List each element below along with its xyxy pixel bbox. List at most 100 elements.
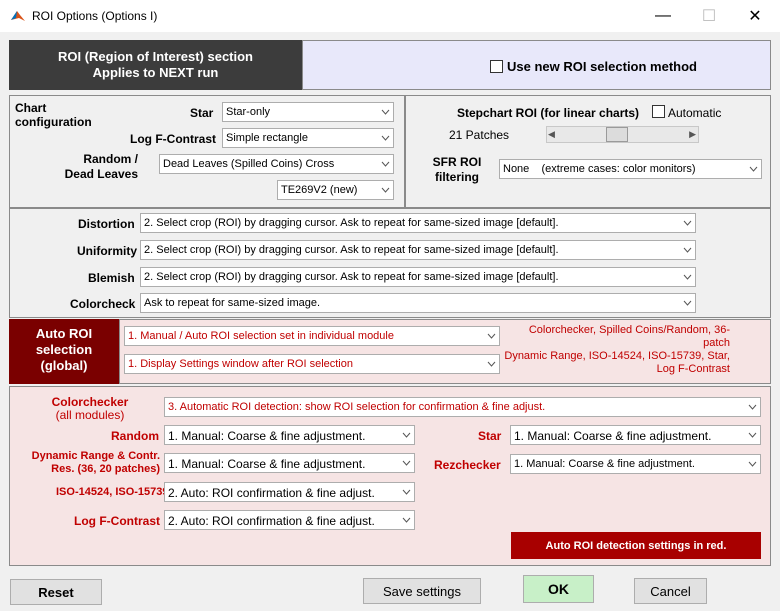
logf-module-value: 2. Auto: ROI confirmation & fine adjust. xyxy=(168,514,375,528)
blemish-select[interactable]: 2. Select crop (ROI) by dragging cursor.… xyxy=(140,267,696,287)
colorchecker-module-value: 3. Automatic ROI detection: show ROI sel… xyxy=(168,401,546,413)
auto-roi-note-line1: Colorchecker, Spilled Coins/Random, 36-p… xyxy=(528,324,730,349)
auto-roi-mode-select[interactable]: 1. Manual / Auto ROI selection set in in… xyxy=(124,326,500,346)
maximize-button[interactable]: ☐ xyxy=(686,0,732,32)
te-select[interactable]: TE269V2 (new) xyxy=(277,180,394,200)
auto-roi-label-line3: (global) xyxy=(40,358,88,373)
colorchecker-module-select[interactable]: 3. Automatic ROI detection: show ROI sel… xyxy=(164,397,761,417)
automatic-label: Automatic xyxy=(668,106,722,120)
sfr-select-value: None (extreme cases: color monitors) xyxy=(503,163,696,175)
roi-section-header: ROI (Region of Interest) section Applies… xyxy=(9,40,302,90)
cancel-button[interactable]: Cancel xyxy=(634,578,707,604)
chevron-down-icon xyxy=(398,426,414,444)
chevron-down-icon xyxy=(679,268,695,286)
matlab-icon xyxy=(10,8,26,24)
logf-select-value: Simple rectangle xyxy=(226,132,308,144)
random-module-value: 1. Manual: Coarse & fine adjustment. xyxy=(168,429,366,443)
minimize-button[interactable]: — xyxy=(640,0,686,32)
automatic-checkbox[interactable] xyxy=(652,105,665,118)
chevron-down-icon xyxy=(679,214,695,232)
iso-module-select[interactable]: 2. Auto: ROI confirmation & fine adjust. xyxy=(164,482,415,502)
te-select-value: TE269V2 (new) xyxy=(281,184,358,196)
close-button[interactable]: ✕ xyxy=(732,0,778,32)
sfr-label-line2: filtering xyxy=(435,170,479,184)
rezchecker-module-label: Rezchecker xyxy=(434,458,501,472)
header-line1: ROI (Region of Interest) section xyxy=(57,49,253,64)
logf-label: Log F-Contrast xyxy=(130,132,216,146)
slider-thumb[interactable] xyxy=(606,127,628,142)
minimize-icon: — xyxy=(655,7,671,24)
chevron-down-icon xyxy=(679,241,695,259)
chevron-down-icon xyxy=(744,455,760,473)
auto-roi-label: Auto ROI selection (global) xyxy=(9,319,119,384)
random-dl-select-value: Dead Leaves (Spilled Coins) Cross xyxy=(163,158,335,170)
logf-module-select[interactable]: 2. Auto: ROI confirmation & fine adjust. xyxy=(164,510,415,530)
colorchecker-module-label: Colorchecker (all modules) xyxy=(30,396,150,422)
auto-roi-label-line2: selection xyxy=(35,342,93,357)
header-line2: Applies to NEXT run xyxy=(92,65,219,80)
chevron-down-icon xyxy=(398,511,414,529)
random-dl-label-line2: Dead Leaves xyxy=(64,167,138,181)
sfr-select[interactable]: None (extreme cases: color monitors) xyxy=(499,159,762,179)
ok-button[interactable]: OK xyxy=(523,575,594,603)
star-select-value: Star-only xyxy=(226,106,271,118)
arrow-right-icon[interactable]: ▶ xyxy=(689,129,696,140)
chevron-down-icon xyxy=(377,155,393,173)
dr-module-value: 1. Manual: Coarse & fine adjustment. xyxy=(168,457,366,471)
iso-module-label: ISO-14524, ISO-15739 xyxy=(56,486,169,498)
auto-roi-label-line1: Auto ROI xyxy=(35,326,93,341)
reset-button[interactable]: Reset xyxy=(10,579,102,605)
blemish-select-value: 2. Select crop (ROI) by dragging cursor.… xyxy=(144,271,559,283)
chevron-down-icon xyxy=(377,129,393,147)
rezchecker-module-select[interactable]: 1. Manual: Coarse & fine adjustment. xyxy=(510,454,761,474)
random-dl-label-line1: Random / xyxy=(83,152,138,166)
chevron-down-icon xyxy=(398,454,414,472)
chart-config-title-line2: configuration xyxy=(15,115,92,129)
red-settings-note: Auto ROI detection settings in red. xyxy=(511,532,761,559)
random-dl-select[interactable]: Dead Leaves (Spilled Coins) Cross xyxy=(159,154,394,174)
chevron-down-icon xyxy=(483,327,499,345)
chevron-down-icon xyxy=(744,398,760,416)
random-dl-label: Random / Dead Leaves xyxy=(48,152,138,182)
arrow-left-icon[interactable]: ◀ xyxy=(548,129,555,140)
random-module-select[interactable]: 1. Manual: Coarse & fine adjustment. xyxy=(164,425,415,445)
distortion-select-value: 2. Select crop (ROI) by dragging cursor.… xyxy=(144,217,559,229)
logf-select[interactable]: Simple rectangle xyxy=(222,128,394,148)
uniformity-select-value: 2. Select crop (ROI) by dragging cursor.… xyxy=(144,244,559,256)
blemish-label: Blemish xyxy=(88,271,135,285)
distortion-label: Distortion xyxy=(78,217,135,231)
auto-roi-mode-value: 1. Manual / Auto ROI selection set in in… xyxy=(128,330,394,342)
uniformity-select[interactable]: 2. Select crop (ROI) by dragging cursor.… xyxy=(140,240,696,260)
chevron-down-icon xyxy=(483,355,499,373)
auto-roi-note: Colorchecker, Spilled Coins/Random, 36-p… xyxy=(504,324,730,376)
chevron-down-icon xyxy=(744,426,760,444)
random-module-label: Random xyxy=(111,429,159,443)
use-new-method-checkbox[interactable] xyxy=(490,60,503,73)
logf-module-label: Log F-Contrast xyxy=(74,514,160,528)
distortion-select[interactable]: 2. Select crop (ROI) by dragging cursor.… xyxy=(140,213,696,233)
use-new-method-label: Use new ROI selection method xyxy=(507,59,697,74)
window-title: ROI Options (Options I) xyxy=(32,9,158,23)
close-icon: ✕ xyxy=(748,8,762,25)
colorchecker-module-label-sub: (all modules) xyxy=(55,408,125,422)
auto-roi-display-select[interactable]: 1. Display Settings window after ROI sel… xyxy=(124,354,500,374)
dr-module-select[interactable]: 1. Manual: Coarse & fine adjustment. xyxy=(164,453,415,473)
iso-module-value: 2. Auto: ROI confirmation & fine adjust. xyxy=(168,486,375,500)
star-module-select[interactable]: 1. Manual: Coarse & fine adjustment. xyxy=(510,425,761,445)
colorcheck-select-value: Ask to repeat for same-sized image. xyxy=(144,297,321,309)
colorcheck-label: Colorcheck xyxy=(70,297,136,311)
star-select[interactable]: Star-only xyxy=(222,102,394,122)
auto-roi-note-line2: Dynamic Range, ISO-14524, ISO-15739, Sta… xyxy=(504,350,730,362)
chevron-down-icon xyxy=(377,103,393,121)
patches-slider[interactable]: ◀ ▶ xyxy=(546,126,699,143)
star-module-value: 1. Manual: Coarse & fine adjustment. xyxy=(514,429,712,443)
colorcheck-select[interactable]: Ask to repeat for same-sized image. xyxy=(140,293,696,313)
sfr-label: SFR ROI filtering xyxy=(428,155,486,185)
dr-module-label-line1: Dynamic Range & Contr. xyxy=(31,450,160,462)
star-module-label: Star xyxy=(478,429,502,443)
dr-module-label: Dynamic Range & Contr. Res. (36, 20 patc… xyxy=(20,450,160,476)
dr-module-label-line2: Res. (36, 20 patches) xyxy=(51,463,160,475)
sfr-label-line1: SFR ROI xyxy=(432,155,482,169)
save-settings-button[interactable]: Save settings xyxy=(363,578,481,604)
chevron-down-icon xyxy=(745,160,761,178)
